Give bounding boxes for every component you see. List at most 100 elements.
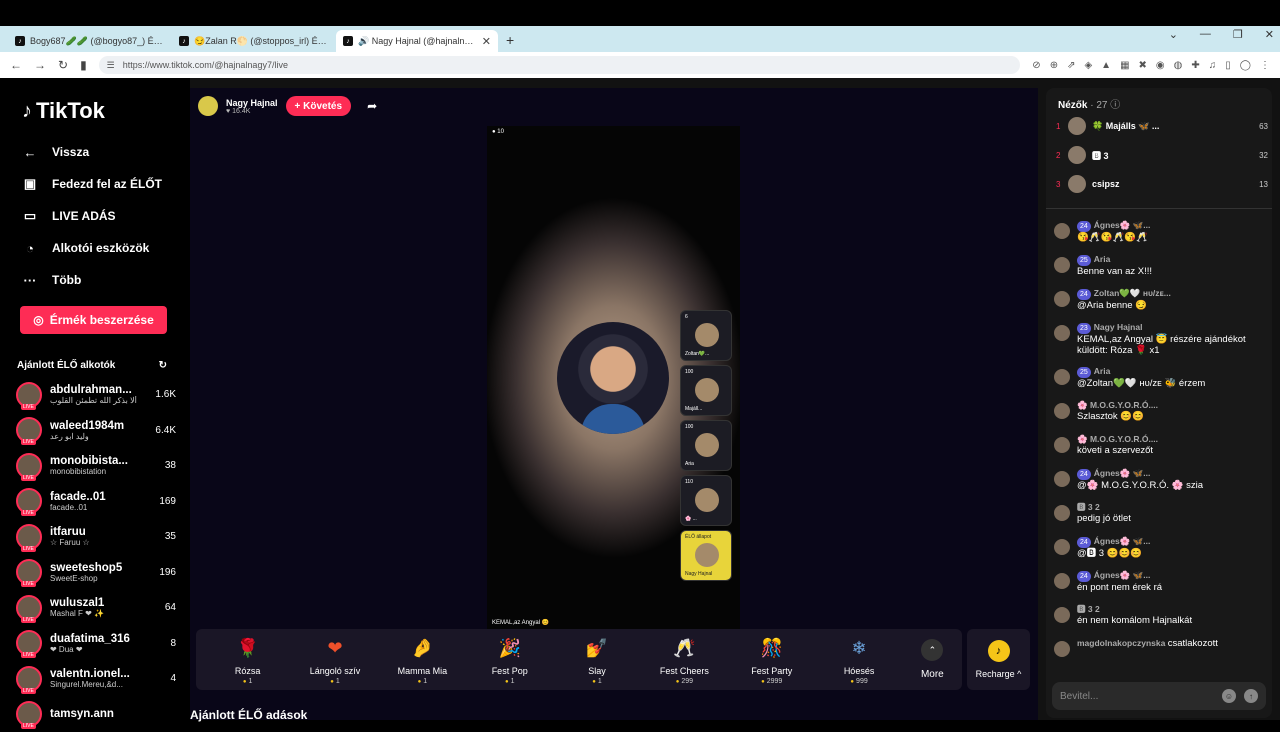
chat-message[interactable]: 🌸 M.O.G.Y.O.R.Ó....követi a szervezőt (1054, 434, 1266, 468)
creator-name: waleed1984m (50, 420, 148, 432)
sidebar-icon[interactable]: ▯ (1225, 60, 1231, 71)
back-icon[interactable]: ← (10, 58, 22, 72)
creator-avatar: LIVE (16, 559, 42, 585)
guest-tile[interactable]: 100Majáll... (680, 365, 732, 416)
recharge-button[interactable]: ♪ Recharge ^ (967, 629, 1030, 690)
gift-item[interactable]: 🎊Fest Party2999 (728, 635, 815, 685)
suggested-creator[interactable]: LIVEfacade..01facade..01169 (16, 484, 176, 520)
viewer-avatar (1068, 146, 1086, 164)
chat-input-bar[interactable]: Bevitel... ☺ ↑ (1052, 682, 1266, 710)
profile-icon[interactable]: ◯ (1240, 60, 1251, 71)
suggested-creator[interactable]: LIVEitfaruu☆ Faruu ☆35 (16, 519, 176, 555)
more-gifts-button[interactable]: ⌃More (903, 639, 962, 680)
close-tab-icon[interactable]: ✕ (482, 35, 491, 48)
gift-item[interactable]: ❄Hóesés999 (815, 635, 902, 685)
menu-icon[interactable]: ⋮ (1260, 60, 1270, 71)
guest-tile[interactable]: ÉLŐ állapotNagy Hajnal (680, 530, 732, 581)
shield-icon[interactable]: ◈ (1084, 60, 1092, 71)
site-info-icon[interactable]: ☰ (107, 60, 115, 71)
chat-message[interactable]: 25Aria@Zoltan💚🤍 ʜυ/ᴢᴇ 🐝 érzem (1054, 366, 1266, 400)
chat-message[interactable]: 24Ágnes🌸 🦋...@🌸 M.O.G.Y.O.R.Ó. 🌸 szia (1054, 468, 1266, 502)
guest-tile[interactable]: 100Aria (680, 420, 732, 471)
browser-tab[interactable]: ♪Bogy687🥒🥒 (@bogyo87_) ÉLŐ a... (8, 30, 170, 52)
suggested-creator[interactable]: LIVEwuluszal1Mashal F ❤ ✨64 (16, 590, 176, 626)
chat-message[interactable]: 24Ágnes🌸 🦋...én pont nem érek rá (1054, 570, 1266, 604)
chat-message[interactable]: magdolnakopczynska csatlakozott (1054, 638, 1266, 660)
tiktok-logo[interactable]: ♪TikTok (22, 96, 190, 126)
video-player[interactable]: ● 10 6Zoltan💚...100Majáll...100Aria110🌸 … (487, 126, 740, 630)
guest-tile[interactable]: 110🌸 ... (680, 475, 732, 526)
extension-icon[interactable]: ✖ (1139, 60, 1147, 71)
suggested-creator[interactable]: LIVEabdulrahman...ألا بذكر الله تطمئن ال… (16, 377, 176, 413)
gift-item[interactable]: 🌹Rózsa1 (204, 635, 291, 685)
nav-explore-live[interactable]: ▣Fedezd fel az ÉLŐT (22, 168, 190, 200)
music-icon[interactable]: ♫ (1209, 60, 1217, 71)
new-tab-button[interactable]: + (506, 32, 514, 48)
browser-tab-active[interactable]: ♪🔊 Nagy Hajnal (@hajnalnag...✕ (336, 30, 498, 52)
suggested-creator[interactable]: LIVEtamsyn.ann (16, 697, 176, 732)
send-icon[interactable]: ↑ (1244, 689, 1258, 703)
chat-message[interactable]: 🅱 3 2én nem komálom Hajnalkát (1054, 604, 1266, 638)
guest-tile[interactable]: 6Zoltan💚... (680, 310, 732, 361)
chat-message[interactable]: 24Ágnes🌸 🦋...@🅱 3 😊😊😊 (1054, 536, 1266, 570)
top-viewer-row[interactable]: 2🅱 332 (1056, 145, 1268, 165)
suggested-creator[interactable]: LIVEmonobibista...monobibistation38 (16, 448, 176, 484)
gift-item[interactable]: 🎉Fest Pop1 (466, 635, 553, 685)
extension-icon[interactable]: ◍ (1174, 60, 1183, 71)
suggested-creator[interactable]: LIVEsweeteshop5SweetE-shop196 (16, 555, 176, 591)
zoom-icon[interactable]: ⊕ (1050, 60, 1058, 71)
bookmark-icon[interactable]: ▮ (80, 58, 87, 72)
chat-list: 24Ágnes🌸 🦋...😘🥂😘🥂😘🥂25AriaBenne van az X!… (1054, 220, 1266, 660)
url-field[interactable]: ☰https://www.tiktok.com/@hajnalnagy7/liv… (99, 56, 1021, 74)
nav-live-broadcast[interactable]: ▭LIVE ADÁS (22, 200, 190, 232)
refresh-icon[interactable]: ↻ (159, 360, 167, 371)
chat-message[interactable]: 23Nagy HajnalKEMAL,az Angyal 😇 részére a… (1054, 322, 1266, 366)
slay-icon: 💅 (583, 635, 611, 663)
chat-message[interactable]: 24Zoltan💚🤍 ʜυ/ᴢᴇ...@Aria benne 😏 (1054, 288, 1266, 322)
extension-icon[interactable]: ◉ (1156, 60, 1165, 71)
creator-avatar: LIVE (16, 630, 42, 656)
translate-icon[interactable]: ▦ (1120, 60, 1129, 71)
tiktok-favicon-icon: ♪ (343, 36, 353, 46)
extension-icon[interactable]: ⊘ (1032, 60, 1040, 71)
get-coins-button[interactable]: ◎Érmék beszerzése (20, 306, 167, 334)
suggested-creator[interactable]: LIVEwaleed1984mوليد ابو رعد6.4K (16, 413, 176, 449)
restore-icon[interactable]: ❐ (1233, 28, 1243, 41)
chat-message[interactable]: 24Ágnes🌸 🦋...😘🥂😘🥂😘🥂 (1054, 220, 1266, 254)
puzzle-icon[interactable]: ✚ (1191, 60, 1199, 71)
nav-more[interactable]: ···Több (22, 264, 190, 296)
nav-back[interactable]: ←Vissza (22, 136, 190, 168)
warning-icon[interactable]: ▲ (1101, 60, 1111, 71)
follow-button[interactable]: + Követés (286, 96, 352, 116)
top-viewer-row[interactable]: 3csipsz13 (1056, 174, 1268, 194)
gift-item[interactable]: 🥂Fest Cheers299 (641, 635, 728, 685)
nav-creator-tools[interactable]: ◔Alkotói eszközök (22, 232, 190, 264)
tab-search-icon[interactable]: ⌄ (1169, 28, 1178, 41)
host-likes: ♥ 16.4K (226, 108, 278, 115)
top-viewer-row[interactable]: 1🍀 Majálls 🦋 ...63 (1056, 116, 1268, 136)
gift-item[interactable]: 🤌Mamma Mia1 (379, 635, 466, 685)
party-icon: 🎊 (758, 635, 786, 663)
chat-input[interactable]: Bevitel... (1060, 691, 1214, 702)
share-icon[interactable]: ➦ (367, 99, 377, 113)
creator-name: facade..01 (50, 491, 148, 503)
minimize-icon[interactable]: — (1200, 28, 1211, 41)
browser-tab[interactable]: ♪😏Zalan R🌕 (@stoppos_irl) ÉLŐ a... (172, 30, 334, 52)
chat-avatar (1054, 641, 1070, 657)
share-page-icon[interactable]: ⇗ (1067, 60, 1075, 71)
host-name[interactable]: Nagy Hajnal (226, 98, 278, 108)
host-avatar[interactable] (198, 96, 218, 116)
forward-icon[interactable]: → (34, 58, 46, 72)
close-window-icon[interactable]: ✕ (1265, 28, 1274, 41)
suggested-creator[interactable]: LIVEvalentn.ionel...Singurel.Mereu,&d...… (16, 661, 176, 697)
chat-message[interactable]: 🅱 3 2pedig jó ötlet (1054, 502, 1266, 536)
gift-item[interactable]: ❤Lángoló szív1 (291, 635, 378, 685)
emoji-icon[interactable]: ☺ (1222, 689, 1236, 703)
chat-message[interactable]: 25AriaBenne van az X!!! (1054, 254, 1266, 288)
reload-icon[interactable]: ↻ (58, 58, 68, 72)
chat-message[interactable]: 🌸 M.O.G.Y.O.R.Ó....Szlasztok 😊😊 (1054, 400, 1266, 434)
gift-item[interactable]: 💅Slay1 (553, 635, 640, 685)
chat-avatar (1054, 325, 1070, 341)
gift-cost: 1 (243, 678, 253, 685)
suggested-creator[interactable]: LIVEduafatima_316❤ Dua ❤8 (16, 626, 176, 662)
